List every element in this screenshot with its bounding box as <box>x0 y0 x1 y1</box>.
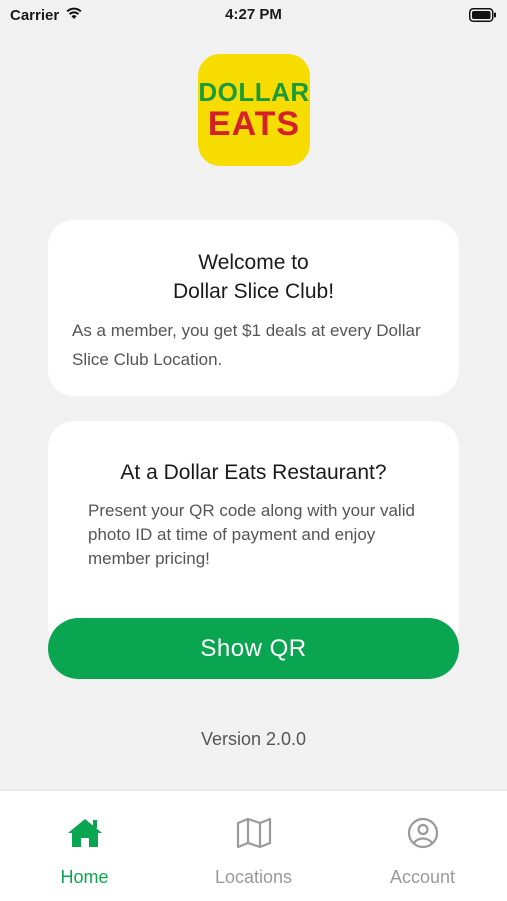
welcome-title-line1: Welcome to <box>198 251 309 274</box>
user-circle-icon <box>407 817 439 849</box>
welcome-title-line2: Dollar Slice Club! <box>172 280 335 303</box>
tab-bar: Home Locations Account <box>0 790 507 901</box>
restaurant-description: Present your QR code along with your val… <box>88 501 415 568</box>
tab-locations-label: Locations <box>214 867 293 887</box>
restaurant-title: At a Dollar Eats Restaurant? <box>120 461 387 484</box>
tab-home-label: Home <box>60 867 109 887</box>
show-qr-button[interactable]: Show QR <box>48 618 459 679</box>
welcome-description: As a member, you get $1 deals at every D… <box>72 321 421 369</box>
tab-home[interactable]: Home <box>0 791 169 901</box>
restaurant-card: At a Dollar Eats Restaurant? Present you… <box>48 421 459 651</box>
version-label: Version 2.0.0 <box>200 729 307 749</box>
battery-icon <box>469 8 497 27</box>
map-icon <box>236 817 272 849</box>
status-time: 4:27 PM <box>225 6 282 23</box>
welcome-card: Welcome to Dollar Slice Club! As a membe… <box>48 220 459 396</box>
tab-locations[interactable]: Locations <box>169 791 338 901</box>
tab-account-label: Account <box>389 867 456 887</box>
tab-account[interactable]: Account <box>338 791 507 901</box>
app-logo: DOLLAR EATS <box>198 54 310 166</box>
status-bar: Carrier 4:27 PM <box>0 0 507 30</box>
logo-text-dollar: DOLLAR <box>198 77 310 107</box>
logo-text-eats: EATS <box>207 105 301 143</box>
home-icon <box>68 819 102 847</box>
welcome-title: Welcome to Dollar Slice Club! <box>48 248 459 306</box>
